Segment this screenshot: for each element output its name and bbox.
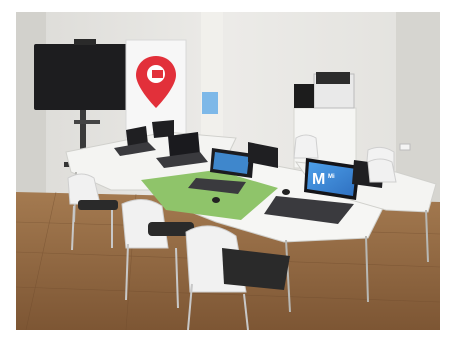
classroom-photo: M Mi (16, 12, 440, 330)
screen-small-line: Mi (328, 174, 335, 180)
printer-dark (316, 72, 350, 84)
laptop (152, 120, 174, 138)
screen-big-letter: M (312, 171, 325, 188)
tv-screen (34, 44, 132, 110)
left-wall (16, 12, 46, 212)
tv-camera (74, 39, 96, 45)
black-box (294, 84, 314, 108)
mouse (212, 197, 220, 203)
wall-socket (399, 143, 411, 151)
chair (367, 158, 397, 183)
poster (202, 92, 218, 114)
tv-stand-shelf (74, 120, 100, 124)
photo-frame: M Mi (16, 12, 440, 330)
mouse (282, 189, 290, 195)
